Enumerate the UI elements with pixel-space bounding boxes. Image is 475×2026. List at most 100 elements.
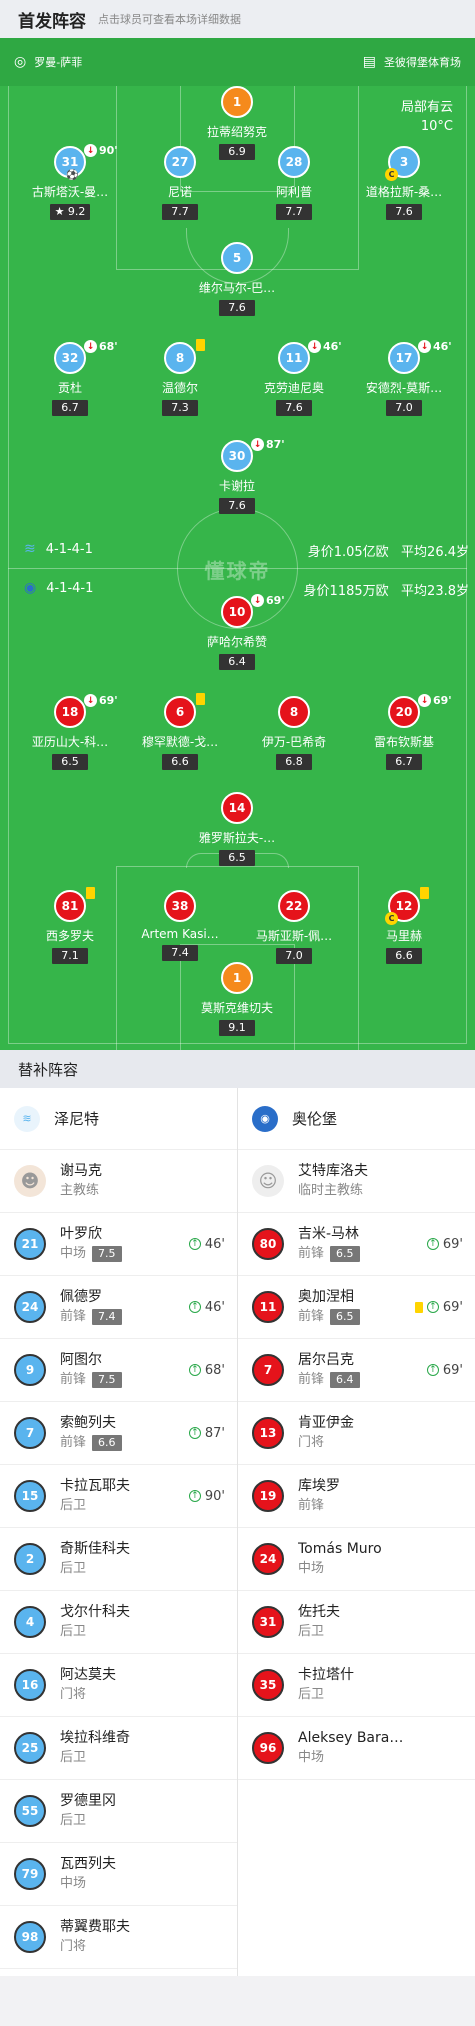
home-team-name: 罗曼-萨菲 [34,56,83,69]
home-subs-team-name: 泽尼特 [54,1110,100,1128]
home-subs-team[interactable]: ≋ 泽尼特 [0,1088,237,1150]
sub-player-name: 居尔吕克 [298,1352,354,1368]
player-marker[interactable]: 17 ↓ 46' 安德烈-莫斯… 7.0 [349,340,459,416]
team-bar: ◎ 罗曼-萨菲 ▤ 圣彼得堡体育场 [0,38,475,86]
weather-temp: 10°C [420,119,453,134]
sub-on-minute: 46' [204,1236,225,1252]
sub-player-row[interactable]: 19 库埃罗 前锋 [238,1465,475,1528]
sub-on-icon: ↑ [188,1364,201,1376]
sub-player-row[interactable]: 24 Tomás Muro 中场 [238,1528,475,1591]
sub-player-row[interactable]: 15 卡拉瓦耶夫 后卫 ↑ 90' [0,1465,237,1528]
sub-minute: 69' [99,694,118,707]
player-marker[interactable]: 3 C 道格拉斯-桑… 7.6 [349,146,459,220]
goal-ball-icon: ⚽ [66,170,79,181]
sub-minute: 68' [99,340,118,353]
home-coach[interactable]: ☻ 谢马克 主教练 [0,1150,237,1213]
player-number: 11 ↓ 46' [278,340,342,374]
sub-player-row[interactable]: 31 佐托夫 后卫 [238,1591,475,1654]
yellow-card-icon [420,887,429,899]
home-value-row: 身价1.05亿欧 平均26.4岁 [308,541,469,560]
player-number: 17 ↓ 46' [388,340,452,374]
sub-player-name: 罗德里冈 [60,1793,116,1809]
sub-player-row[interactable]: 55 罗德里冈 后卫 [0,1780,237,1843]
sub-player-row[interactable]: 9 阿图尔 前锋 7.5 ↑ 68' [0,1339,237,1402]
sub-player-rating: 7.5 [92,1372,122,1388]
player-name: 马斯亚斯-佩… [255,929,333,943]
player-rating: 7.4 [162,945,198,961]
player-rating: ★ 9.2 [49,204,91,220]
player-marker[interactable]: 14 雅罗斯拉夫-… 6.5 [182,792,292,866]
player-number: 30 ↓ 87' [221,438,285,472]
player-marker[interactable]: 12 C 马里赫 6.6 [349,887,459,964]
player-marker[interactable]: 20 ↓ 69' 雷布钦斯基 6.7 [349,694,459,770]
sub-player-rating: 6.6 [92,1435,122,1451]
player-marker[interactable]: 28 阿利普 7.7 [239,146,349,220]
sub-player-name: 奥加涅相 [298,1289,354,1305]
player-marker[interactable]: 8 伊万-巴希奇 6.8 [239,696,349,770]
sub-player-name: 瓦西列夫 [60,1856,116,1872]
sub-player-row[interactable]: 13 肯亚伊金 门将 [238,1402,475,1465]
sub-player-row[interactable]: 11 奥加涅相 前锋 6.5 ↑ 69' [238,1276,475,1339]
player-marker[interactable]: 8 温德尔 7.3 [125,339,235,416]
sub-player-info: Tomás Muro 中场 [298,1539,382,1579]
zenit-logo-icon: ≋ [14,1105,40,1132]
weather-desc: 局部有云 [400,100,453,115]
player-number: 81 [54,887,95,922]
sub-player-pos: 后卫 [298,1624,325,1639]
player-marker[interactable]: 10 ↓ 69' 萨哈尔希赞 6.4 [182,594,292,670]
sub-player-position: 门将 [60,1937,130,1957]
player-marker[interactable]: 81 西多罗夫 7.1 [15,887,125,964]
player-marker[interactable]: 11 ↓ 46' 克劳迪尼奥 7.6 [239,340,349,416]
player-marker[interactable]: 27 尼诺 7.7 [125,146,235,220]
sub-player-row[interactable]: 24 佩德罗 前锋 7.4 ↑ 46' [0,1276,237,1339]
player-number: 14 [221,792,253,824]
player-rating: 7.7 [162,204,198,220]
sub-player-row[interactable]: 7 索鲍列夫 前锋 6.6 ↑ 87' [0,1402,237,1465]
player-marker[interactable]: 5 维尔马尔-巴… 7.6 [182,242,292,316]
sub-on-minute: 69' [442,1236,463,1252]
away-coach[interactable]: ☺ 艾特库洛夫 临时主教练 [238,1150,475,1213]
sub-player-number: 35 [252,1669,284,1701]
sub-event: ↑ 46' [188,1300,225,1315]
sub-player-row[interactable]: 25 埃拉科维奇 后卫 [0,1717,237,1780]
yellow-card-icon [196,693,205,705]
player-name: 安德烈-莫斯… [365,381,443,395]
player-marker[interactable]: 1 莫斯克维切夫 9.1 [182,962,292,1036]
lineup-header: 首发阵容 点击球员可查看本场详细数据 [0,0,475,38]
sub-player-number: 13 [252,1417,284,1449]
player-number: 32 ↓ 68' [54,340,118,374]
sub-minute: 69' [266,594,285,607]
sub-player-row[interactable]: 16 阿达莫夫 门将 [0,1654,237,1717]
sub-player-number: 55 [14,1795,46,1827]
player-marker[interactable]: 6 穆罕默德-戈… 6.6 [125,693,235,770]
player-marker[interactable]: 18 ↓ 69' 亚历山大-科… 6.5 [15,694,125,770]
sub-player-row[interactable]: 96 Aleksey Bara… 中场 [238,1717,475,1780]
sub-player-position: 后卫 [60,1559,130,1579]
player-marker[interactable]: 30 ↓ 87' 卡谢拉 7.6 [182,438,292,514]
sub-on-icon: ↑ [188,1490,201,1502]
yellow-card-icon [196,339,205,351]
yellow-card-icon [86,887,95,899]
sub-player-row[interactable]: 80 吉米-马林 前锋 6.5 ↑ 69' [238,1213,475,1276]
sub-off-icon: ↓ [251,438,264,451]
sub-player-row[interactable]: 98 蒂翼费耶夫 门将 [0,1906,237,1969]
sub-player-row[interactable]: 7 居尔吕克 前锋 6.4 ↑ 69' [238,1339,475,1402]
sub-player-row[interactable]: 2 奇斯佳科夫 后卫 [0,1528,237,1591]
sub-player-row[interactable]: 21 叶罗欣 中场 7.5 ↑ 46' [0,1213,237,1276]
away-subs-team[interactable]: ◉ 奥伦堡 [238,1088,475,1150]
player-number: 22 [278,890,310,922]
player-marker[interactable]: 22 马斯亚斯-佩… 7.0 [239,890,349,964]
sub-on-icon: ↑ [188,1301,201,1313]
sub-player-info: 叶罗欣 中场 7.5 [60,1224,122,1264]
sub-player-row[interactable]: 35 卡拉塔什 后卫 [238,1654,475,1717]
coach-avatar: ☻ [14,1165,46,1197]
player-marker[interactable]: 38 Artem Kasi… 7.4 [125,890,235,961]
sub-player-pos: 前锋 [298,1309,325,1324]
player-marker[interactable]: 31 ↓ 90' ⚽ 古斯塔沃-曼… ★ 9.2 [15,144,125,220]
player-number: 8 [278,696,310,728]
player-marker[interactable]: 32 ↓ 68' 贡杜 6.7 [15,340,125,416]
sub-player-number: 11 [252,1291,284,1323]
sub-player-row[interactable]: 4 戈尔什科夫 后卫 [0,1591,237,1654]
player-name: 道格拉斯-桑… [365,185,443,199]
sub-player-row[interactable]: 79 瓦西列夫 中场 [0,1843,237,1906]
